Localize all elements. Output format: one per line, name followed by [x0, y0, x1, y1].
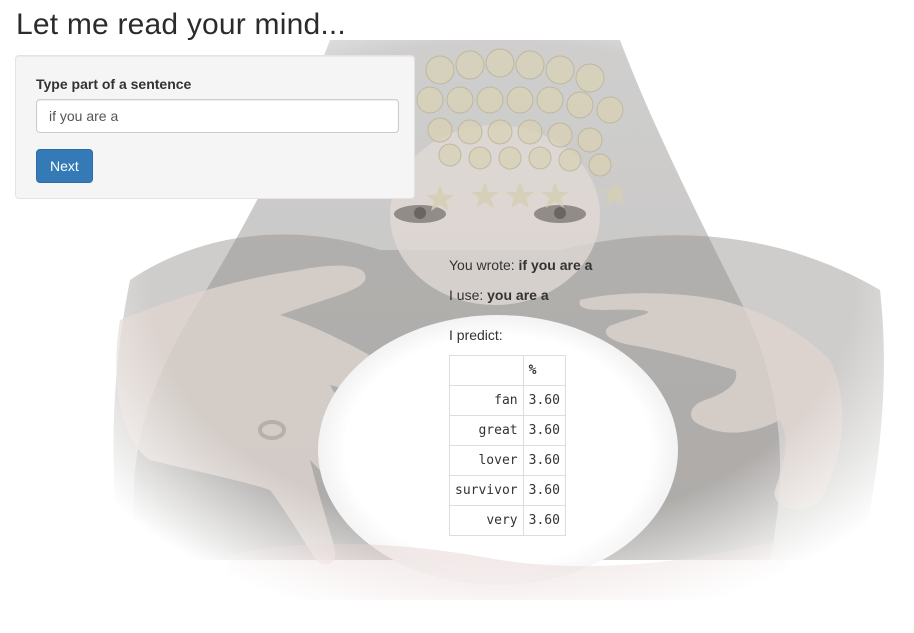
table-row: fan 3.60	[449, 385, 566, 416]
page-title: Let me read your mind...	[16, 8, 346, 41]
you-wrote-label: You wrote:	[449, 257, 515, 273]
sentence-input[interactable]	[36, 99, 399, 133]
predict-label: I predict:	[449, 327, 503, 343]
sidebar-panel: Type part of a sentence Next	[15, 55, 415, 199]
i-use-label: I use:	[449, 287, 484, 303]
table-row: great 3.60	[449, 415, 566, 446]
next-button[interactable]: Next	[36, 149, 93, 183]
you-wrote-value: if you are a	[518, 257, 593, 273]
table-row: lover 3.60	[449, 445, 566, 476]
table-header-row: %	[449, 355, 566, 386]
i-use-line: I use: you are a	[449, 285, 592, 305]
table-cell-word: great	[449, 415, 524, 446]
table-cell-percent: 3.60	[522, 415, 566, 446]
table-cell-word: lover	[449, 445, 524, 476]
table-cell-word: fan	[449, 385, 524, 416]
table-header-word	[449, 355, 524, 386]
table-cell-percent: 3.60	[522, 445, 566, 476]
table-cell-word: survivor	[449, 475, 524, 506]
table-cell-word: very	[449, 505, 524, 536]
table-row: very 3.60	[449, 505, 566, 536]
table-cell-percent: 3.60	[522, 475, 566, 506]
you-wrote-line: You wrote: if you are a	[449, 255, 592, 275]
table-header-percent: %	[522, 355, 566, 386]
table-cell-percent: 3.60	[522, 385, 566, 416]
table-cell-percent: 3.60	[522, 505, 566, 536]
prediction-table: % fan 3.60 great 3.60 lover 3.60 survivo…	[449, 355, 566, 536]
i-use-value: you are a	[487, 287, 549, 303]
prediction-output: You wrote: if you are a I use: you are a…	[449, 255, 592, 536]
sentence-input-label: Type part of a sentence	[36, 76, 192, 92]
table-row: survivor 3.60	[449, 475, 566, 506]
